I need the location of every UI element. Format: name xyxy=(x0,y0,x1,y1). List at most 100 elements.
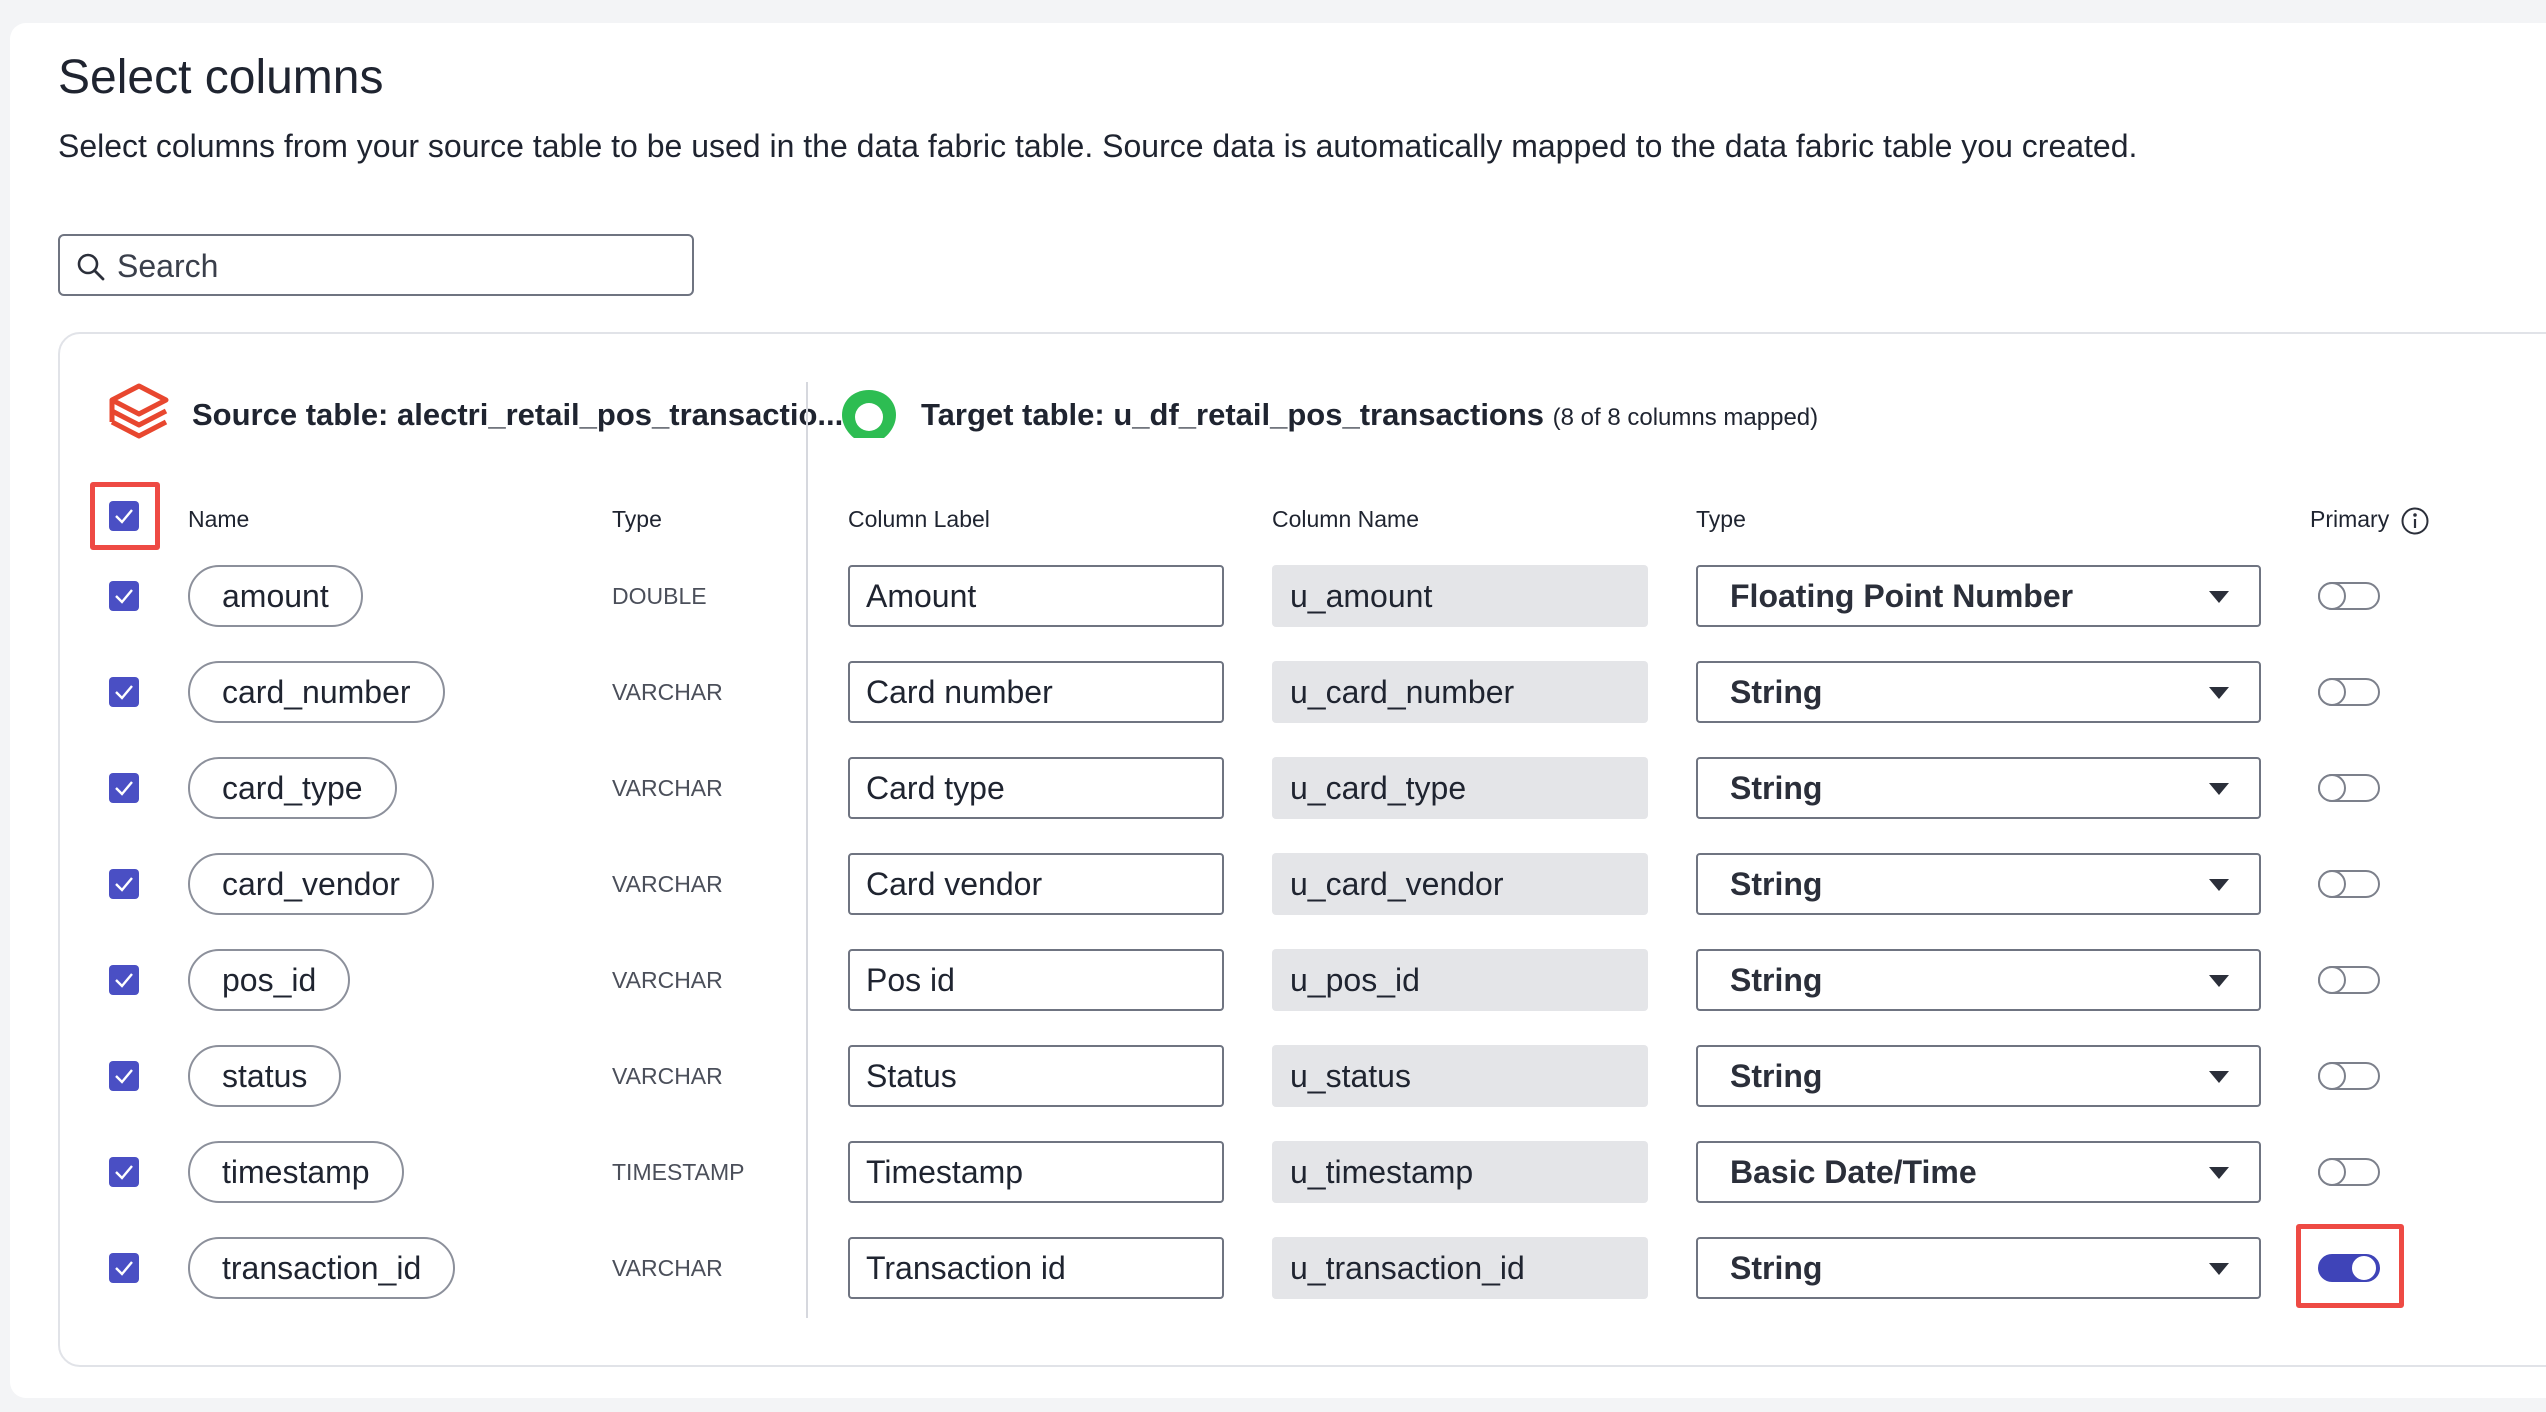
source-column-type: TIMESTAMP xyxy=(612,1159,745,1185)
type-select[interactable]: String xyxy=(1696,949,2261,1011)
column-label-input[interactable]: Status xyxy=(848,1045,1224,1107)
type-select[interactable]: String xyxy=(1696,757,2261,819)
target-ring-icon xyxy=(842,390,896,438)
column-name-field: u_transaction_id xyxy=(1272,1237,1648,1299)
primary-toggle[interactable] xyxy=(2318,966,2380,994)
search-box[interactable] xyxy=(58,234,694,296)
toggle-knob xyxy=(2318,1062,2346,1090)
checkmark-icon xyxy=(115,1261,133,1276)
column-name-field: u_status xyxy=(1272,1045,1648,1107)
source-column-type: DOUBLE xyxy=(612,583,707,609)
panel-divider xyxy=(806,382,808,1318)
header-column-label: Column Label xyxy=(848,506,990,532)
primary-toggle[interactable] xyxy=(2318,678,2380,706)
chevron-down-icon xyxy=(2209,1167,2229,1179)
column-label-input[interactable]: Card vendor xyxy=(848,853,1224,915)
header-name: Name xyxy=(188,506,250,532)
search-input[interactable] xyxy=(115,244,679,288)
row-checkbox[interactable] xyxy=(109,1061,139,1091)
primary-toggle[interactable] xyxy=(2318,1062,2380,1090)
type-select[interactable]: String xyxy=(1696,661,2261,723)
source-column-name: amount xyxy=(188,565,363,627)
column-name-field: u_card_vendor xyxy=(1272,853,1648,915)
chevron-down-icon xyxy=(2209,1263,2229,1275)
source-column-type: VARCHAR xyxy=(612,1063,723,1089)
type-select[interactable]: String xyxy=(1696,1045,2261,1107)
row-checkbox[interactable] xyxy=(109,677,139,707)
header-primary-label: Primary xyxy=(2310,506,2390,532)
source-table-label: Source table: alectri_retail_pos_transac… xyxy=(192,397,844,432)
column-mapping-panel xyxy=(58,332,2546,1367)
select-all-checkbox[interactable] xyxy=(109,501,139,531)
column-label-input[interactable]: Timestamp xyxy=(848,1141,1224,1203)
primary-toggle[interactable] xyxy=(2318,870,2380,898)
source-column-type: VARCHAR xyxy=(612,679,723,705)
chevron-down-icon xyxy=(2209,879,2229,891)
column-label-input[interactable]: Transaction id xyxy=(848,1237,1224,1299)
source-column-type: VARCHAR xyxy=(612,967,723,993)
chevron-down-icon xyxy=(2209,975,2229,987)
source-column-name: transaction_id xyxy=(188,1237,456,1299)
source-column-name: pos_id xyxy=(188,949,351,1011)
chevron-down-icon xyxy=(2209,591,2229,603)
row-checkbox[interactable] xyxy=(109,1253,139,1283)
type-select-value: String xyxy=(1730,1058,1823,1094)
toggle-knob xyxy=(2318,678,2346,706)
column-label-input[interactable]: Card type xyxy=(848,757,1224,819)
row-checkbox[interactable] xyxy=(109,869,139,899)
column-label-input[interactable]: Card number xyxy=(848,661,1224,723)
column-label-input[interactable]: Amount xyxy=(848,565,1224,627)
primary-toggle[interactable] xyxy=(2318,774,2380,802)
toggle-knob xyxy=(2318,774,2346,802)
primary-toggle[interactable] xyxy=(2318,1158,2380,1186)
column-name-field: u_card_type xyxy=(1272,757,1648,819)
type-select-value: String xyxy=(1730,866,1823,902)
type-select-value: Floating Point Number xyxy=(1730,578,2074,614)
source-column-name: card_vendor xyxy=(188,853,434,915)
checkmark-icon xyxy=(115,509,133,524)
row-checkbox[interactable] xyxy=(109,773,139,803)
primary-toggle-highlight xyxy=(2296,1224,2404,1308)
column-label-input[interactable]: Pos id xyxy=(848,949,1224,1011)
type-select[interactable]: Basic Date/Time xyxy=(1696,1141,2261,1203)
row-checkbox[interactable] xyxy=(109,1157,139,1187)
checkmark-icon xyxy=(115,685,133,700)
source-column-name: status xyxy=(188,1045,342,1107)
column-name-field: u_card_number xyxy=(1272,661,1648,723)
header-primary: Primary xyxy=(2310,506,2429,535)
row-checkbox[interactable] xyxy=(109,965,139,995)
column-name-field: u_timestamp xyxy=(1272,1141,1648,1203)
header-target-type: Type xyxy=(1696,506,1746,532)
checkmark-icon xyxy=(115,973,133,988)
checkmark-icon xyxy=(115,589,133,604)
type-select[interactable]: Floating Point Number xyxy=(1696,565,2261,627)
column-name-field: u_pos_id xyxy=(1272,949,1648,1011)
databricks-layers-icon xyxy=(109,383,169,439)
toggle-knob xyxy=(2318,966,2346,994)
chevron-down-icon xyxy=(2209,687,2229,699)
type-select[interactable]: String xyxy=(1696,1237,2261,1299)
mapped-count: (8 of 8 columns mapped) xyxy=(1552,404,1819,431)
source-column-name: card_type xyxy=(188,757,397,819)
source-column-type: VARCHAR xyxy=(612,775,723,801)
header-source-type: Type xyxy=(612,506,662,532)
type-select-value: String xyxy=(1730,674,1823,710)
checkmark-icon xyxy=(115,1069,133,1084)
type-select[interactable]: String xyxy=(1696,853,2261,915)
chevron-down-icon xyxy=(2209,783,2229,795)
checkmark-icon xyxy=(115,877,133,892)
type-select-value: String xyxy=(1730,770,1823,806)
row-checkbox[interactable] xyxy=(109,581,139,611)
column-name-field: u_amount xyxy=(1272,565,1648,627)
toggle-knob xyxy=(2318,582,2346,610)
primary-toggle[interactable] xyxy=(2318,582,2380,610)
page-title: Select columns xyxy=(58,51,384,104)
type-select-value: String xyxy=(1730,1250,1823,1286)
target-table-header: Target table: u_df_retail_pos_transactio… xyxy=(921,397,1818,433)
chevron-down-icon xyxy=(2209,1071,2229,1083)
info-icon[interactable] xyxy=(2400,506,2430,536)
type-select-value: String xyxy=(1730,962,1823,998)
source-column-type: VARCHAR xyxy=(612,871,723,897)
page-subtitle: Select columns from your source table to… xyxy=(58,128,2138,164)
source-column-type: VARCHAR xyxy=(612,1255,723,1281)
